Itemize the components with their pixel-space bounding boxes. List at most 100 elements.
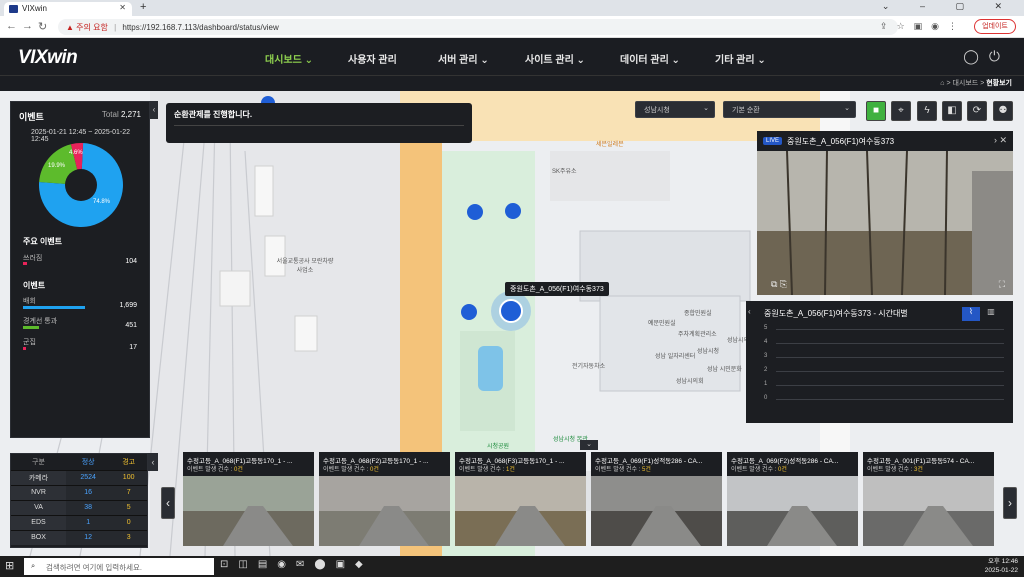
windows-start-icon[interactable]: ⊞	[5, 559, 14, 572]
map-pin-button[interactable]: ⌖	[891, 101, 911, 121]
camera-tile[interactable]: 수정고등_A_069(F1)성적동286 - CA... 이벤트 발생 건수 : …	[591, 452, 722, 546]
taskbar: ⊞ ⌕ 검색하려면 여기에 입력하세요. ⊡◫▤◉✉⬤▣◆ 오후 12:46 2…	[0, 556, 1024, 577]
browser-tab[interactable]: VIXwin ✕	[4, 2, 132, 16]
user-icon[interactable]: ◯	[963, 48, 989, 64]
status-cell: EDS	[11, 514, 66, 530]
y-tick-label: 5	[764, 325, 768, 331]
next-icon: ›	[993, 135, 997, 145]
snapshot-icon[interactable]: ⧉ ⎘	[771, 279, 787, 290]
pie-label: 74.8%	[93, 199, 111, 205]
event-label: 군집	[23, 339, 36, 346]
person-button[interactable]: ⚉	[993, 101, 1013, 121]
status-cell: 38	[65, 499, 111, 515]
map-label: 전기자동차소	[572, 364, 606, 370]
status-cell: 12	[65, 529, 111, 545]
grid-line	[776, 399, 1004, 400]
live-video-frame[interactable]	[757, 151, 1013, 295]
search-icon: ⌕	[31, 561, 36, 570]
back-icon[interactable]: ←	[6, 20, 17, 32]
camera-thumbnail	[455, 476, 586, 546]
security-warning: 주의 요함	[76, 23, 108, 32]
stop-button[interactable]: ■	[866, 101, 886, 121]
url-field[interactable]: ▲ 주의 요함 | https://192.168.7.113/dashboar…	[58, 19, 898, 35]
pie-label: 19.9%	[48, 163, 66, 169]
status-row: VA 38 5	[11, 499, 147, 515]
events-title: 이벤트	[19, 112, 44, 122]
map-label: 주차계획관리소	[678, 332, 717, 338]
event-value: 17	[129, 344, 137, 351]
forward-icon[interactable]: →	[22, 20, 33, 32]
camera-tile[interactable]: 수정고등_A_069(F2)성적동286 - CA... 이벤트 발생 건수 : …	[727, 452, 858, 546]
collapse-cameras-icon[interactable]: ⌄	[580, 440, 598, 450]
notice-text: 순환관제를 진행합니다.	[174, 110, 253, 119]
status-cell: 1	[65, 514, 111, 530]
events-total: Total 2,271	[101, 110, 141, 119]
live-title: 중원도촌_A_056(F1)여수동373	[787, 137, 895, 146]
date-range: 2025-01-21 12:45 ~ 2025-01-22 12:45	[31, 129, 131, 143]
camera-tile[interactable]: 수정고등_A_001(F1)고등동574 - CA... 이벤트 발생 건수 : …	[863, 452, 994, 546]
close-tab-icon[interactable]: ✕	[119, 3, 126, 12]
event-bar	[23, 306, 85, 309]
menu-users[interactable]: 사용자 관리	[348, 51, 397, 66]
y-tick-label: 1	[764, 381, 768, 387]
status-table: 구분 정상 경고 카메라 2524 100 NVR 16 7 VA 38 5 EDS 1 0 BOX 12…	[10, 453, 148, 548]
collapse-stats-icon[interactable]: ‹	[148, 453, 158, 471]
event-value: 451	[125, 322, 137, 329]
power-icon[interactable]: ⏻	[989, 48, 1010, 64]
region-select[interactable]: 성남시청 ⌄	[635, 101, 715, 118]
next-cameras-button[interactable]: ›	[1003, 487, 1017, 519]
chevron-down-icon: ⌄	[703, 105, 709, 112]
camera-event-count: 이벤트 발생 건수 : 0건	[731, 467, 787, 473]
event-list-title: 이벤트	[23, 281, 46, 290]
marker-tooltip: 중원도촌_A_056(F1)여수동373	[505, 282, 609, 296]
major-event-bar	[23, 262, 28, 265]
grid-line	[776, 371, 1004, 372]
camera-tile[interactable]: 수정고등_A_068(F1)고등동170_1 - ... 이벤트 발생 건수 : …	[183, 452, 314, 546]
warning-icon: ▲	[66, 23, 74, 32]
window-controls[interactable]: ⌄ – ▢ ✕	[882, 1, 1016, 12]
menu-sites[interactable]: 사이트 관리 ⌄	[525, 51, 585, 66]
taskbar-apps[interactable]: ⊡◫▤◉✉⬤▣◆	[220, 559, 373, 570]
event-label: 경계선 통과	[23, 318, 58, 325]
menu-other[interactable]: 기타 관리 ⌄	[715, 51, 766, 66]
y-tick-label: 0	[764, 395, 768, 401]
camera-tile[interactable]: 수정고등_A_068(F3)고등동170_1 - ... 이벤트 발생 건수 : …	[455, 452, 586, 546]
event-bar	[23, 347, 26, 350]
camera-thumbnail	[319, 476, 450, 546]
camera-button[interactable]: ◧	[942, 101, 962, 121]
status-cell: 3	[110, 529, 147, 545]
prev-cameras-button[interactable]: ‹	[161, 487, 175, 519]
mode-select[interactable]: 기본 순환 ⌄	[723, 101, 856, 118]
camera-tile[interactable]: 수정고등_A_068(F2)고등동170_1 - ... 이벤트 발생 건수 : …	[319, 452, 450, 546]
camera-thumbnail	[183, 476, 314, 546]
collapse-chart-icon[interactable]: ‹	[748, 307, 751, 316]
line-chart-toggle[interactable]: ⌇	[962, 307, 980, 321]
fullscreen-icon[interactable]: ⛶	[999, 279, 1005, 290]
flash-button[interactable]: ϟ	[917, 101, 937, 121]
update-button[interactable]: 업데이트	[974, 19, 1016, 34]
browser-toolbar-icons[interactable]: ⇪☆▣◉⋮	[880, 21, 966, 32]
notice-panel: 순환관제를 진행합니다.	[166, 103, 472, 143]
home-icon[interactable]: ⌂	[940, 80, 944, 87]
logo: VIXwin	[18, 47, 78, 68]
menu-servers[interactable]: 서버 관리 ⌄	[438, 51, 489, 66]
events-panel: 이벤트 Total 2,271 2025-01-21 12:45 ~ 2025-…	[10, 101, 150, 438]
refresh-button[interactable]: ⟳	[967, 101, 987, 121]
status-cell: 7	[110, 484, 147, 500]
menu-dashboard[interactable]: 대시보드 ⌄	[265, 51, 313, 66]
header-icons[interactable]: ◯⏻	[963, 48, 1010, 65]
bar-chart-toggle[interactable]: ▥	[982, 307, 1000, 321]
status-cell: 5	[110, 499, 147, 515]
menu-data[interactable]: 데이터 관리 ⌄	[620, 51, 680, 66]
close-icon: ✕	[999, 135, 1007, 145]
reload-icon[interactable]: ↻	[38, 20, 47, 33]
collapse-events-icon[interactable]: ‹	[150, 101, 158, 119]
map-label: 예문민원실	[648, 321, 676, 327]
system-tray[interactable]: 오후 12:46 2025-01-22	[985, 557, 1018, 575]
taskbar-search[interactable]: ⌕ 검색하려면 여기에 입력하세요.	[24, 558, 214, 575]
map-label: 서울교통공사 모란차량사업소	[276, 259, 334, 274]
live-controls[interactable]: › ✕	[994, 135, 1007, 146]
new-tab-icon[interactable]: +	[140, 1, 146, 13]
favicon-icon	[9, 5, 18, 13]
grid-line	[776, 343, 1004, 344]
